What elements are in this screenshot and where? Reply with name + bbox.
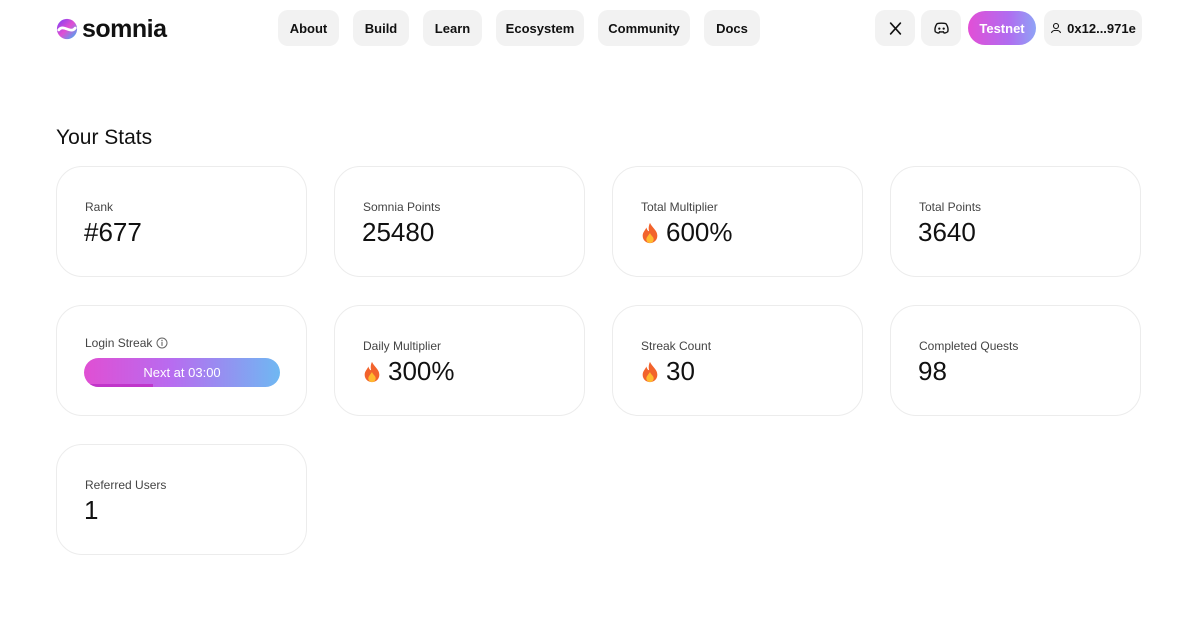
stat-value: 98	[918, 356, 947, 387]
top-navbar: somnia About Build Learn Ecosystem Commu…	[0, 0, 1200, 58]
x-link-button[interactable]	[875, 10, 915, 46]
wallet-account-button[interactable]: 0x12...971e	[1044, 10, 1142, 46]
user-icon	[1051, 22, 1062, 34]
stat-value: 600%	[640, 217, 733, 248]
stat-card-rank: Rank #677	[56, 166, 307, 277]
stat-card-referred-users: Referred Users 1	[56, 444, 307, 555]
somnia-logo-mark-icon	[56, 18, 78, 40]
fire-icon	[364, 361, 380, 382]
fire-icon	[642, 361, 658, 382]
discord-link-button[interactable]	[921, 10, 961, 46]
stat-label: Somnia Points	[363, 200, 441, 214]
stat-card-completed-quests: Completed Quests 98	[890, 305, 1141, 416]
stat-label: Referred Users	[85, 478, 167, 492]
discord-icon	[933, 22, 949, 34]
stat-value: 1	[84, 495, 98, 526]
streak-button-label: Next at 03:00	[143, 365, 221, 380]
stat-label: Streak Count	[641, 339, 712, 353]
stat-value: 30	[640, 356, 695, 387]
somnia-points-value: 25480	[362, 217, 435, 247]
nav-build[interactable]: Build	[353, 10, 409, 46]
completed-quests-value: 98	[918, 356, 947, 386]
stat-card-daily-multiplier: Daily Multiplier 300%	[334, 305, 585, 416]
wallet-address: 0x12...971e	[1067, 20, 1136, 36]
login-streak-claim-button[interactable]: Next at 03:00	[84, 358, 280, 387]
nav-about[interactable]: About	[278, 10, 339, 46]
stat-card-login-streak: Login Streak Next at 03:00	[56, 305, 307, 416]
stat-value: #677	[84, 217, 142, 248]
stat-label: Login Streak	[85, 336, 168, 350]
stat-value: 25480	[362, 217, 434, 248]
stat-label: Rank	[85, 200, 114, 214]
brand-name: somnia	[82, 14, 167, 43]
stats-heading: Your Stats	[56, 126, 153, 149]
nav-community[interactable]: Community	[598, 10, 690, 46]
stat-label: Daily Multiplier	[363, 339, 442, 353]
stat-label: Total Points	[919, 200, 982, 214]
total-multiplier-value: 600%	[666, 217, 733, 247]
nav-ecosystem[interactable]: Ecosystem	[496, 10, 584, 46]
stat-value: 3640	[918, 217, 976, 248]
login-streak-label: Login Streak	[85, 336, 153, 350]
stat-card-streak-count: Streak Count 30	[612, 305, 863, 416]
daily-multiplier-value: 300%	[388, 356, 455, 386]
stat-label: Total Multiplier	[641, 200, 718, 214]
stat-card-total-multiplier: Total Multiplier 600%	[612, 166, 863, 277]
stat-card-somnia-points: Somnia Points 25480	[334, 166, 585, 277]
stat-value: 300%	[362, 356, 455, 387]
fire-icon	[642, 222, 658, 243]
stat-card-total-points: Total Points 3640	[890, 166, 1141, 277]
stat-label: Completed Quests	[919, 339, 1019, 353]
streak-count-value: 30	[666, 356, 695, 386]
x-icon	[889, 21, 901, 35]
nav-docs[interactable]: Docs	[704, 10, 760, 46]
info-icon[interactable]	[156, 337, 168, 349]
network-testnet-button[interactable]: Testnet	[968, 11, 1036, 45]
total-points-value: 3640	[918, 217, 976, 247]
referred-users-value: 1	[84, 495, 99, 525]
streak-progress-fill	[84, 384, 153, 387]
rank-value: #677	[84, 217, 142, 247]
nav-learn[interactable]: Learn	[423, 10, 482, 46]
somnia-logo[interactable]: somnia	[56, 14, 167, 43]
